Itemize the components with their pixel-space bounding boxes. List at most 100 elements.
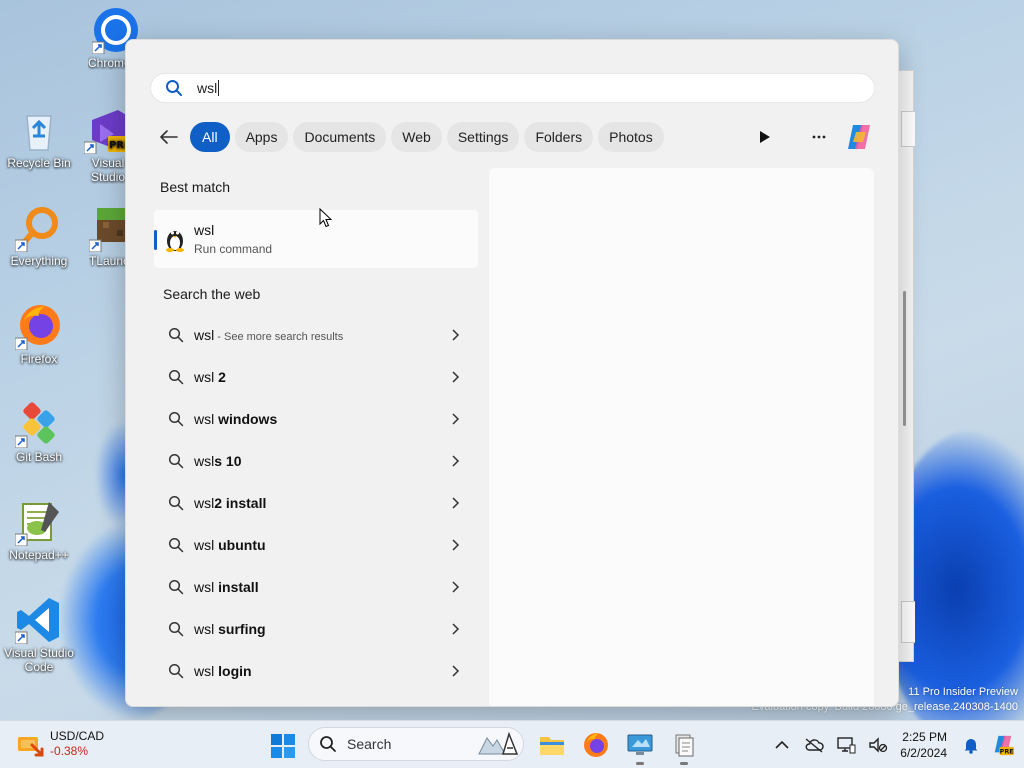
selection-indicator [154, 230, 157, 250]
taskbar-app[interactable] [670, 731, 698, 765]
chevron-right-icon [452, 497, 460, 509]
web-suggestion-item[interactable]: wsl ubuntu [154, 524, 478, 566]
back-button[interactable] [156, 124, 182, 150]
desktop-icon-git-bash[interactable]: Git Bash [1, 400, 77, 464]
volume-button[interactable] [867, 734, 889, 756]
copilot-icon [848, 125, 870, 149]
filter-chip-photos[interactable]: Photos [598, 122, 664, 152]
web-suggestion-list: wsl - See more search results wsl 2 wsl wi… [154, 314, 478, 692]
start-button[interactable] [270, 733, 296, 759]
chevron-right-icon [452, 413, 460, 425]
web-suggestion-item[interactable]: wsl - See more search results [154, 314, 478, 356]
search-icon [168, 369, 184, 385]
desktop-icon-label: Git Bash [15, 450, 63, 464]
document-stack-icon [675, 734, 694, 757]
desktop-icon-everything[interactable]: Everything [1, 204, 77, 268]
best-match-result[interactable]: wsl Run command [154, 210, 478, 268]
linux-penguin-icon [166, 231, 184, 252]
taskbar-search[interactable]: Search [308, 727, 524, 761]
best-match-heading: Best match [160, 179, 231, 195]
more-options-button[interactable] [804, 122, 834, 152]
clock-date: 6/2/2024 [900, 746, 947, 760]
stock-widget[interactable]: USD/CAD -0.38% [16, 729, 104, 759]
desktop-icon-label: Chrome [88, 56, 128, 70]
recycle-bin-icon [26, 115, 52, 151]
taskbar-file-explorer[interactable] [538, 731, 566, 759]
web-suggestion-item[interactable]: wsl install [154, 566, 478, 608]
search-icon [168, 453, 184, 469]
desktop-icon-recycle-bin[interactable]: Recycle Bin [1, 106, 77, 170]
filter-chip-folders[interactable]: Folders [524, 122, 594, 152]
suggestion-completion: login [218, 663, 252, 679]
desktop-icon-notepad-plus-plus[interactable]: Notepad++ [1, 498, 77, 562]
network-button[interactable] [835, 734, 857, 756]
desktop-icon-label: Recycle Bin [7, 156, 71, 170]
more-filters-button[interactable] [750, 122, 780, 152]
search-icon [168, 621, 184, 637]
suggestion-completion: 2 install [214, 495, 267, 511]
web-suggestion-item[interactable]: wsls 10 [154, 440, 478, 482]
bell-icon [964, 739, 978, 754]
best-match-type: Run command [194, 242, 273, 256]
onedrive-button[interactable] [803, 734, 825, 756]
web-suggestion-label: wsl surfing [194, 621, 266, 637]
filter-chip-settings[interactable]: Settings [446, 122, 520, 152]
chevron-right-icon [452, 623, 460, 635]
git-bash-icon [15, 402, 55, 448]
web-suggestion-item[interactable]: wsl login [154, 650, 478, 692]
show-hidden-icons-button[interactable] [771, 734, 793, 756]
running-indicator [636, 762, 644, 765]
suggestion-query: wsl [194, 537, 219, 553]
web-suggestion-label: wsl2 install [194, 495, 266, 511]
chevron-right-icon [452, 581, 460, 593]
arrow-left-icon [160, 130, 178, 144]
desktop-icon-vscode[interactable]: Visual Studio Code [1, 596, 77, 674]
taskbar-firefox[interactable] [582, 731, 610, 759]
suggestion-completion: windows [218, 411, 278, 427]
clock[interactable]: 2:25 PM 6/2/2024 [900, 729, 947, 761]
chevron-right-icon [452, 371, 460, 383]
web-suggestion-label: wsl windows [194, 411, 277, 427]
suggestion-query: wsl [194, 621, 219, 637]
search-query: wsl [197, 80, 218, 96]
desktop-icon-label: TLauncher [89, 254, 125, 268]
copilot-pre-icon: PRE [994, 735, 1014, 755]
network-icon [837, 737, 856, 754]
copilot-taskbar-button[interactable]: PRE [992, 734, 1014, 756]
filter-chip-web[interactable]: Web [391, 122, 442, 152]
web-suggestion-item[interactable]: wsl2 install [154, 482, 478, 524]
web-suggestion-item[interactable]: wsl surfing [154, 608, 478, 650]
web-suggestion-label: wsl 2 [194, 369, 226, 385]
web-suggestion-item[interactable]: wsl windows [154, 398, 478, 440]
mouse-cursor-icon [319, 208, 333, 228]
search-icon [166, 80, 182, 96]
text-caret [218, 80, 220, 96]
notifications-button[interactable] [960, 734, 982, 756]
monitor-icon [627, 734, 653, 755]
filter-chip-documents[interactable]: Documents [293, 122, 387, 152]
suggestion-subtext: - See more search results [214, 331, 344, 343]
widget-change: -0.38% [50, 744, 89, 758]
copilot-button[interactable] [842, 120, 876, 154]
notepad-plus-plus-icon [15, 502, 59, 546]
widget-ticker: USD/CAD [50, 729, 105, 743]
search-icon [168, 579, 184, 595]
vscode-icon [15, 598, 59, 644]
desktop-icon-firefox[interactable]: Firefox [1, 302, 77, 366]
suggestion-query: wsl [194, 369, 219, 385]
web-suggestion-item[interactable]: wsl 2 [154, 356, 478, 398]
filter-chip-all[interactable]: All [190, 122, 230, 152]
filter-chip-apps[interactable]: Apps [234, 122, 289, 152]
firefox-icon [584, 733, 608, 757]
web-suggestion-label: wsl ubuntu [194, 537, 266, 553]
currency-chart-icon [18, 737, 44, 757]
suggestion-query: wsl [194, 411, 219, 427]
preview-pane [489, 168, 874, 706]
taskbar-remote-desktop[interactable] [626, 731, 654, 765]
chevron-right-icon [452, 329, 460, 341]
background-window-scrollbar[interactable] [903, 291, 906, 426]
search-input[interactable]: wsl [150, 73, 875, 103]
firefox-icon [15, 305, 60, 350]
search-icon [168, 537, 184, 553]
desktop-icon-label: Firefox [20, 352, 58, 366]
